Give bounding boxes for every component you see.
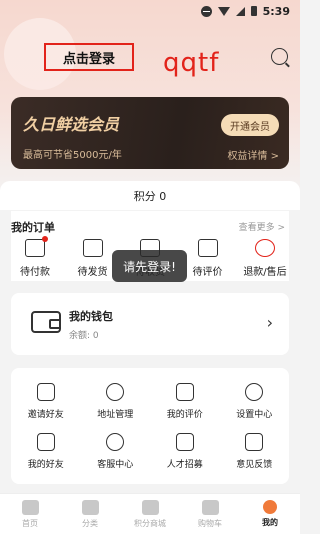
battery-icon <box>250 6 257 16</box>
service-item[interactable]: 我的评价 <box>150 376 220 426</box>
add-user-icon <box>36 382 55 401</box>
tab-label: 我的 <box>262 518 278 527</box>
orders-title: 我的订单 <box>11 221 55 234</box>
feedback-icon <box>245 432 264 451</box>
services-grid: 邀请好友 地址管理 我的评价 设置中心我的好友 客服中心 人才招募 意见反馈 <box>11 368 289 484</box>
service-item-label: 地址管理 <box>97 409 134 420</box>
wallet-title: 我的钱包 <box>69 310 113 323</box>
order-item[interactable]: 退款/售后 <box>241 239 289 278</box>
tab-item[interactable]: 我的 <box>240 500 300 528</box>
status-bar: 5:39 <box>0 0 300 22</box>
order-item-label: 待发货 <box>77 267 108 278</box>
order-item-label: 待付款 <box>20 267 50 278</box>
profile-icon <box>263 500 277 514</box>
service-item-label: 人才招募 <box>166 459 203 470</box>
vip-title: 久日鲜选会员 <box>23 115 120 134</box>
tab-item[interactable]: 分类 <box>60 499 120 529</box>
signal-icon <box>235 6 245 16</box>
chat-icon <box>197 239 218 257</box>
service-item[interactable]: 意见反馈 <box>220 426 290 476</box>
benefits-link[interactable]: 权益详情 > <box>227 147 279 162</box>
login-toast: 请先登录! <box>112 250 187 282</box>
wifi-icon <box>217 6 230 16</box>
service-item[interactable]: 设置中心 <box>220 376 290 426</box>
orders-more-link[interactable]: 查看更多 > <box>239 220 285 233</box>
friends-icon <box>36 432 55 451</box>
vip-card[interactable]: 久日鲜选会员 最高可节省5000元/年 开通会员 权益详情 > <box>11 97 289 169</box>
category-icon <box>81 499 99 515</box>
message-icon[interactable] <box>271 48 288 65</box>
service-item-label: 我的好友 <box>27 459 64 470</box>
shop-bag-icon <box>141 499 159 515</box>
tab-item[interactable]: 购物车 <box>180 499 240 529</box>
order-item[interactable]: 待发货 <box>69 239 117 278</box>
service-item[interactable]: 我的好友 <box>11 426 81 476</box>
tab-label: 首页 <box>22 518 38 528</box>
order-item[interactable]: 待评价 <box>184 239 232 278</box>
tab-label: 购物车 <box>198 518 222 528</box>
overlay-text: qqtf <box>163 48 220 78</box>
do-not-disturb-icon <box>200 5 212 17</box>
tab-label: 积分商城 <box>134 518 166 528</box>
wallet-balance: 余额: 0 <box>69 331 99 341</box>
points-display[interactable]: 积分 0 <box>0 181 300 210</box>
service-item-label: 邀请好友 <box>27 409 64 420</box>
comment-icon <box>175 382 194 401</box>
open-membership-button[interactable]: 开通会员 <box>221 114 279 136</box>
cart-icon <box>201 499 219 515</box>
headset-icon <box>106 432 125 451</box>
home-icon <box>21 499 39 515</box>
service-item[interactable]: 客服中心 <box>81 426 151 476</box>
service-item-label: 意见反馈 <box>236 459 273 470</box>
wallet-icon <box>31 311 61 333</box>
refund-icon <box>255 239 275 257</box>
recruit-icon <box>175 432 194 451</box>
tab-item[interactable]: 积分商城 <box>120 499 180 529</box>
order-item-label: 待评价 <box>192 267 223 278</box>
order-item[interactable]: 待付款 <box>11 236 59 278</box>
settings-icon <box>245 382 264 401</box>
service-item-label: 客服中心 <box>97 459 134 470</box>
tab-label: 分类 <box>82 518 98 528</box>
tab-item[interactable]: 首页 <box>0 499 60 529</box>
service-item[interactable]: 地址管理 <box>81 376 151 426</box>
service-item-label: 设置中心 <box>236 409 273 420</box>
login-button[interactable]: 点击登录 <box>44 43 134 71</box>
location-icon <box>106 382 125 401</box>
bottom-tab-bar: 首页 分类 积分商城 购物车 我的 <box>0 493 300 534</box>
vip-subtitle: 最高可节省5000元/年 <box>23 150 122 161</box>
status-time: 5:39 <box>262 4 290 18</box>
box-icon <box>82 239 103 257</box>
wallet-card[interactable]: 我的钱包 余额: 0 › <box>11 293 289 355</box>
service-item[interactable]: 邀请好友 <box>11 376 81 426</box>
order-item-label: 退款/售后 <box>243 267 287 278</box>
chevron-right-icon: › <box>266 313 273 332</box>
wallet-pay-icon <box>25 236 48 257</box>
service-item[interactable]: 人才招募 <box>150 426 220 476</box>
service-item-label: 我的评价 <box>166 409 203 420</box>
